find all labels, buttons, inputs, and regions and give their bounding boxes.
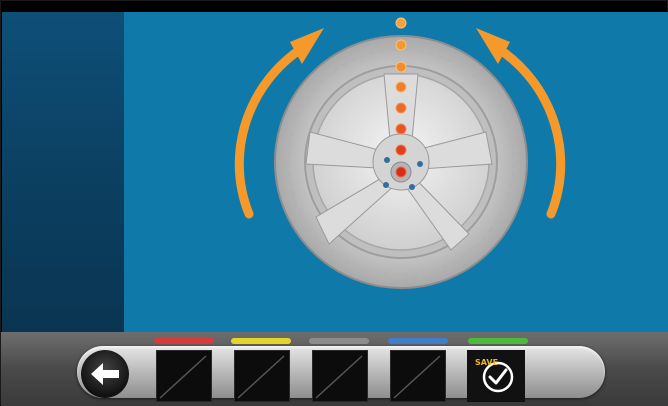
- wheel-icon: [274, 35, 528, 289]
- save-label: SAVE: [475, 358, 499, 367]
- tab-indicator-blue: [388, 338, 448, 344]
- function-button-3[interactable]: [312, 350, 368, 402]
- tab-indicator-yellow: [231, 338, 291, 344]
- main-view: [124, 12, 668, 332]
- application-screen: SAVE: [0, 0, 668, 406]
- tab-indicator-red: [154, 338, 214, 344]
- slash-icon: [237, 355, 285, 399]
- back-arrow-icon: [91, 363, 119, 385]
- function-button-4[interactable]: [390, 350, 446, 402]
- back-button[interactable]: [81, 350, 129, 398]
- slash-icon: [393, 355, 441, 399]
- sidebar-panel: [2, 12, 124, 332]
- function-button-1[interactable]: [156, 350, 212, 402]
- tab-indicator-green: [468, 338, 528, 344]
- slash-icon: [315, 355, 363, 399]
- save-button[interactable]: SAVE: [467, 350, 525, 402]
- function-button-2[interactable]: [234, 350, 290, 402]
- slash-icon: [159, 355, 207, 399]
- wheel-illustration: [234, 17, 566, 289]
- tab-indicator-gray: [309, 338, 369, 344]
